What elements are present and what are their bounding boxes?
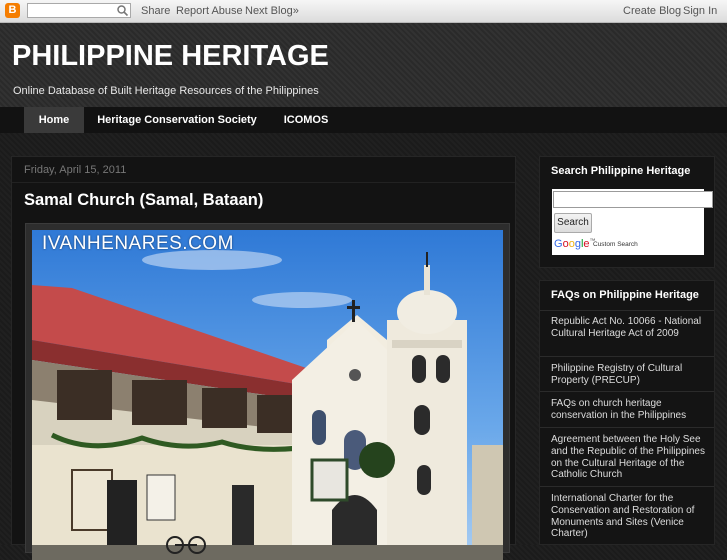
blogger-navbar: B Share Report Abuse Next Blog» Create B…: [0, 0, 727, 23]
faq-link[interactable]: International Charter for the Conservati…: [551, 493, 707, 540]
post-date: Friday, April 15, 2011: [12, 157, 515, 183]
main-column: Friday, April 15, 2011 Samal Church (Sam…: [11, 156, 516, 560]
photo-watermark: IVANHENARES.COM: [42, 233, 234, 254]
google-logo: Google™: [554, 238, 596, 250]
post-image-frame: IVANHENARES.COM: [25, 223, 510, 560]
faq-link[interactable]: Philippine Registry of Cultural Property…: [551, 363, 707, 387]
google-letter: G: [554, 238, 563, 250]
create-blog-link[interactable]: Create Blog: [623, 5, 681, 17]
next-blog-link[interactable]: Next Blog»: [245, 5, 299, 17]
faq-link[interactable]: FAQs on church heritage conservation in …: [551, 398, 707, 422]
divider: [540, 310, 714, 311]
search-widget-title: Search Philippine Heritage: [551, 165, 691, 177]
search-input[interactable]: [553, 191, 713, 208]
divider: [540, 356, 714, 357]
blog-title[interactable]: PHILIPPINE HERITAGE: [12, 40, 329, 73]
church-illustration: [32, 230, 503, 560]
report-abuse-link[interactable]: Report Abuse: [176, 5, 243, 17]
navbar-search-input[interactable]: [27, 3, 131, 18]
page-tabs: Home Heritage Conservation Society ICOMO…: [0, 107, 727, 133]
blog-header: PHILIPPINE HERITAGE Online Database of B…: [0, 23, 727, 107]
search-widget: Search Philippine Heritage Search Google…: [539, 156, 715, 268]
post-title[interactable]: Samal Church (Samal, Bataan): [24, 191, 263, 210]
church-photo[interactable]: IVANHENARES.COM: [32, 230, 503, 560]
tab-icomos[interactable]: ICOMOS: [270, 107, 342, 133]
faq-widget: FAQs on Philippine Heritage Republic Act…: [539, 280, 715, 545]
sign-in-link[interactable]: Sign In: [683, 5, 717, 17]
tab-heritage-conservation-society[interactable]: Heritage Conservation Society: [86, 107, 268, 133]
tab-home[interactable]: Home: [24, 107, 84, 133]
faq-link[interactable]: Republic Act No. 10066 - National Cultur…: [551, 316, 707, 340]
faq-widget-title: FAQs on Philippine Heritage: [551, 289, 699, 301]
faq-link[interactable]: Agreement between the Holy See and the R…: [551, 434, 707, 481]
divider: [540, 486, 714, 487]
blog-description: Online Database of Built Heritage Resour…: [13, 85, 319, 97]
custom-search-label: Custom Search: [593, 241, 638, 248]
search-button[interactable]: Search: [554, 213, 592, 233]
blogger-logo-icon[interactable]: B: [5, 3, 20, 18]
divider: [540, 391, 714, 392]
search-icon[interactable]: [116, 4, 129, 17]
share-link[interactable]: Share: [141, 5, 170, 17]
divider: [540, 427, 714, 428]
